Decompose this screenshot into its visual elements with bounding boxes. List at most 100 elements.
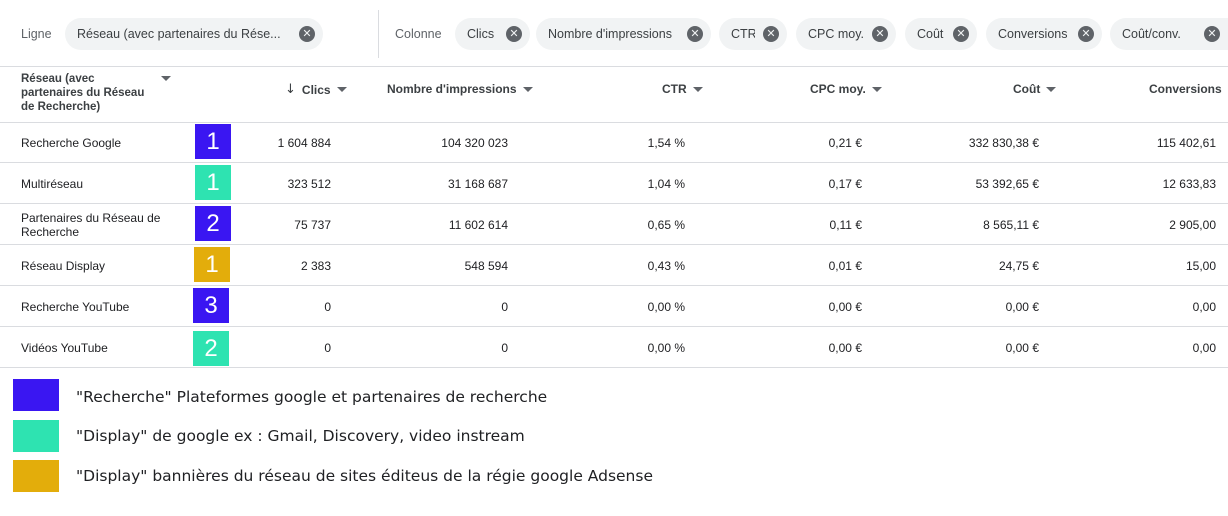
- column-chip-clicks[interactable]: Clics ✕: [455, 18, 530, 50]
- cell-conversions: 115 402,61: [1156, 136, 1216, 150]
- legend-text-search: "Recherche" Plateformes google et parten…: [76, 388, 548, 406]
- chevron-down-icon: [1046, 86, 1057, 92]
- cell-conversions: 12 633,83: [1162, 177, 1216, 191]
- row-network-name: Réseau Display: [21, 259, 106, 273]
- cell-ctr: 1,04 %: [647, 177, 685, 191]
- cell-clicks: 1 604 884: [277, 136, 331, 150]
- table-row[interactable]: Recherche Google 1 1 604 884 104 320 023…: [0, 122, 1228, 163]
- column-chip-impressions[interactable]: Nombre d'impressions ✕: [536, 18, 711, 50]
- badge-search: 3: [193, 288, 229, 323]
- header-clicks-label: Clics: [301, 82, 331, 97]
- header-impressions[interactable]: Nombre d'impressions: [387, 82, 533, 96]
- row-network-name: Recherche Google: [21, 136, 122, 150]
- cell-cost: 53 392,65 €: [975, 177, 1039, 191]
- row-network-name: Multiréseau: [21, 177, 84, 191]
- cell-cpc: 0,21 €: [828, 136, 862, 150]
- header-network-label: Réseau (avec partenaires du Réseau de Re…: [21, 73, 145, 113]
- cell-conversions: 15,00: [1185, 259, 1216, 273]
- badge-search: 1: [195, 124, 231, 159]
- header-clicks[interactable]: ↓ Clics: [285, 82, 347, 97]
- cell-clicks: 0: [324, 341, 331, 355]
- table-row[interactable]: Multiréseau 1 323 512 31 168 687 1,04 % …: [0, 163, 1228, 204]
- table-row[interactable]: Partenaires du Réseau de Recherche 2 75 …: [0, 204, 1228, 245]
- cell-conversions: 2 905,00: [1169, 218, 1216, 232]
- close-icon[interactable]: ✕: [1204, 26, 1220, 42]
- column-chip-label: CPC moy.: [808, 27, 864, 41]
- row-chip-label: Réseau (avec partenaires du Rése...: [77, 27, 281, 41]
- close-icon[interactable]: ✕: [953, 26, 969, 42]
- cell-conversions: 0,00: [1192, 300, 1216, 314]
- header-conversions-label: Conversions: [1149, 82, 1222, 96]
- header-conversions[interactable]: Conversions: [1149, 82, 1228, 96]
- column-chip-label: Clics: [467, 27, 495, 41]
- column-chip-label: Conversions: [998, 27, 1068, 41]
- column-label: Colonne: [395, 27, 442, 41]
- column-chip-label: Coût/conv.: [1122, 27, 1181, 41]
- legend-text-adsense: "Display" bannières du réseau de sites é…: [76, 467, 653, 485]
- chevron-down-icon: [336, 87, 347, 92]
- cell-cpc: 0,00 €: [828, 341, 862, 355]
- cell-cost: 332 830,38 €: [968, 136, 1039, 150]
- cell-impressions: 548 594: [464, 259, 508, 273]
- cell-impressions: 11 602 614: [448, 218, 508, 232]
- close-icon[interactable]: ✕: [872, 26, 888, 42]
- column-chip-conversions[interactable]: Conversions ✕: [986, 18, 1102, 50]
- header-ctr[interactable]: CTR: [662, 82, 703, 96]
- badge-display: 1: [195, 165, 231, 200]
- legend-text-display: "Display" de google ex : Gmail, Discover…: [76, 427, 525, 445]
- badge-display: 2: [193, 331, 229, 366]
- legend-swatch-display: [13, 420, 59, 452]
- close-icon[interactable]: ✕: [506, 26, 522, 42]
- close-icon[interactable]: ✕: [299, 26, 315, 42]
- cell-ctr: 0,65 %: [647, 218, 685, 232]
- cell-clicks: 2 383: [300, 259, 331, 273]
- close-icon[interactable]: ✕: [763, 26, 779, 42]
- cell-ctr: 0,00 %: [647, 300, 685, 314]
- row-network-name: Partenaires du Réseau de Recherche: [21, 211, 161, 239]
- cell-conversions: 0,00: [1192, 341, 1216, 355]
- column-chip-cost-per-conv[interactable]: Coût/conv. ✕: [1110, 18, 1228, 50]
- chevron-down-icon: [522, 86, 533, 92]
- column-chip-label: CTR: [731, 27, 755, 41]
- chevron-down-icon[interactable]: [161, 76, 171, 81]
- header-cost[interactable]: Coût: [1013, 82, 1057, 96]
- cell-impressions: 104 320 023: [441, 136, 508, 150]
- column-chip-cpc[interactable]: CPC moy. ✕: [796, 18, 896, 50]
- filter-bar: Ligne Réseau (avec partenaires du Rése..…: [0, 0, 1228, 67]
- header-cpc-label: CPC moy.: [810, 82, 866, 96]
- chevron-down-icon: [871, 86, 882, 92]
- column-chip-label: Coût: [917, 27, 944, 41]
- legend-swatch-adsense: [13, 460, 59, 492]
- close-icon[interactable]: ✕: [1078, 26, 1094, 42]
- header-network[interactable]: Réseau (avec partenaires du Réseau de Re…: [21, 72, 151, 114]
- column-chip-cost[interactable]: Coût ✕: [905, 18, 977, 50]
- chevron-down-icon: [692, 86, 703, 92]
- cell-ctr: 0,43 %: [647, 259, 685, 273]
- cell-cpc: 0,17 €: [828, 177, 862, 191]
- cell-clicks: 323 512: [287, 177, 331, 191]
- row-label: Ligne: [21, 27, 52, 41]
- cell-ctr: 0,00 %: [647, 341, 685, 355]
- divider: [378, 10, 379, 58]
- arrow-down-icon: ↓: [285, 82, 296, 97]
- header-cpc[interactable]: CPC moy.: [810, 82, 882, 96]
- column-chip-ctr[interactable]: CTR ✕: [719, 18, 787, 50]
- table-row[interactable]: Réseau Display 1 2 383 548 594 0,43 % 0,…: [0, 245, 1228, 286]
- row-network-name: Vidéos YouTube: [21, 341, 108, 355]
- row-chip-network[interactable]: Réseau (avec partenaires du Rése... ✕: [65, 18, 323, 50]
- header-cost-label: Coût: [1013, 82, 1041, 96]
- badge-adsense: 1: [194, 247, 230, 282]
- table-header: Réseau (avec partenaires du Réseau de Re…: [0, 66, 1228, 123]
- badge-search: 2: [195, 206, 231, 241]
- header-impressions-label: Nombre d'impressions: [387, 82, 517, 96]
- table-row[interactable]: Recherche YouTube 3 0 0 0,00 % 0,00 € 0,…: [0, 286, 1228, 327]
- cell-cost: 0,00 €: [1005, 300, 1039, 314]
- cell-ctr: 1,54 %: [647, 136, 685, 150]
- cell-cpc: 0,00 €: [828, 300, 862, 314]
- close-icon[interactable]: ✕: [687, 26, 703, 42]
- cell-cost: 0,00 €: [1005, 341, 1039, 355]
- table-row[interactable]: Vidéos YouTube 2 0 0 0,00 % 0,00 € 0,00 …: [0, 327, 1228, 368]
- column-chip-label: Nombre d'impressions: [548, 27, 672, 41]
- cell-impressions: 0: [501, 300, 508, 314]
- cell-cost: 24,75 €: [998, 259, 1039, 273]
